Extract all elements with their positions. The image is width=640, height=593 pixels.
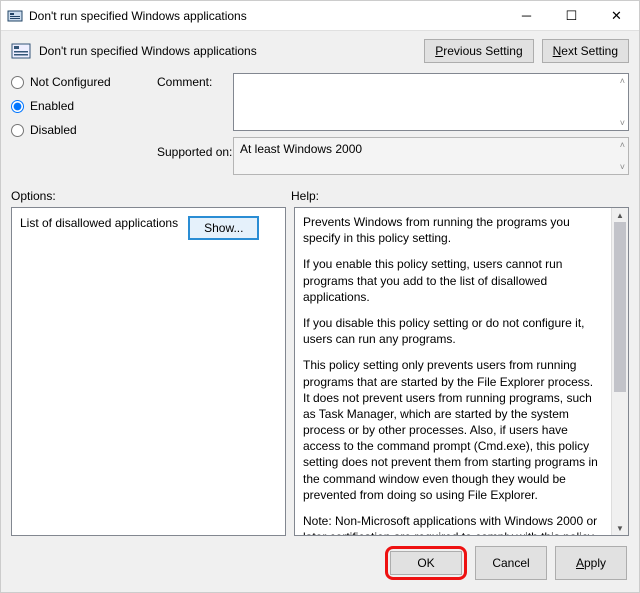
- ok-highlight: OK: [385, 546, 467, 580]
- radio-disabled[interactable]: Disabled: [11, 123, 151, 137]
- help-paragraph: If you disable this policy setting or do…: [303, 315, 603, 347]
- radio-label: Disabled: [30, 123, 77, 137]
- policy-icon: [7, 8, 23, 24]
- window-title: Don't run specified Windows applications: [29, 9, 504, 23]
- scroll-down-icon[interactable]: ▼: [612, 521, 628, 535]
- radio-enabled[interactable]: Enabled: [11, 99, 151, 113]
- titlebar: Don't run specified Windows applications…: [1, 1, 639, 31]
- disallowed-list-label: List of disallowed applications: [20, 216, 178, 230]
- scroll-up-icon: ˄: [620, 76, 625, 86]
- radio-not-configured-input[interactable]: [11, 76, 24, 89]
- next-setting-button[interactable]: Next Setting: [542, 39, 629, 63]
- help-paragraph: If you enable this policy setting, users…: [303, 256, 603, 305]
- ok-button[interactable]: OK: [390, 551, 462, 575]
- scroll-down-icon: ˅: [620, 118, 625, 128]
- scroll-up-icon[interactable]: ▲: [612, 208, 628, 222]
- scrollbar-thumb[interactable]: [614, 222, 626, 392]
- maximize-button[interactable]: ☐: [549, 1, 594, 31]
- radio-label: Not Configured: [30, 75, 111, 89]
- show-button[interactable]: Show...: [188, 216, 259, 240]
- header: Don't run specified Windows applications…: [1, 31, 639, 69]
- radio-disabled-input[interactable]: [11, 124, 24, 137]
- supported-on-text: At least Windows 2000: [240, 142, 362, 156]
- help-pane: Prevents Windows from running the progra…: [294, 207, 629, 536]
- options-pane: List of disallowed applications Show...: [11, 207, 286, 536]
- scroll-up-icon: ˄: [620, 140, 625, 150]
- help-paragraph: Note: Non-Microsoft applications with Wi…: [303, 513, 603, 535]
- help-scrollbar[interactable]: ▲ ▼: [611, 208, 628, 535]
- radio-label: Enabled: [30, 99, 74, 113]
- policy-header-icon: [11, 41, 31, 61]
- help-text: Prevents Windows from running the progra…: [295, 208, 611, 535]
- scroll-down-icon: ˅: [620, 162, 625, 172]
- help-paragraph: This policy setting only prevents users …: [303, 357, 603, 503]
- previous-setting-button[interactable]: Previous Setting: [424, 39, 533, 63]
- supported-on-box: At least Windows 2000 ˄ ˅: [233, 137, 629, 175]
- help-paragraph: Prevents Windows from running the progra…: [303, 214, 603, 246]
- dialog-window: Don't run specified Windows applications…: [0, 0, 640, 593]
- help-label: Help:: [291, 189, 629, 203]
- apply-button[interactable]: Apply: [555, 546, 627, 580]
- radio-not-configured[interactable]: Not Configured: [11, 75, 151, 89]
- minimize-button[interactable]: ─: [504, 1, 549, 31]
- comment-textarea[interactable]: ˄ ˅: [233, 73, 629, 131]
- supported-on-label: Supported on:: [157, 137, 227, 159]
- policy-title: Don't run specified Windows applications: [39, 44, 424, 58]
- options-label: Options:: [11, 189, 291, 203]
- cancel-button[interactable]: Cancel: [475, 546, 547, 580]
- close-button[interactable]: ✕: [594, 1, 639, 31]
- radio-enabled-input[interactable]: [11, 100, 24, 113]
- state-radio-group: Not Configured Enabled Disabled: [11, 73, 151, 147]
- comment-label: Comment:: [157, 73, 227, 89]
- dialog-footer: OK Cancel Apply: [1, 536, 639, 592]
